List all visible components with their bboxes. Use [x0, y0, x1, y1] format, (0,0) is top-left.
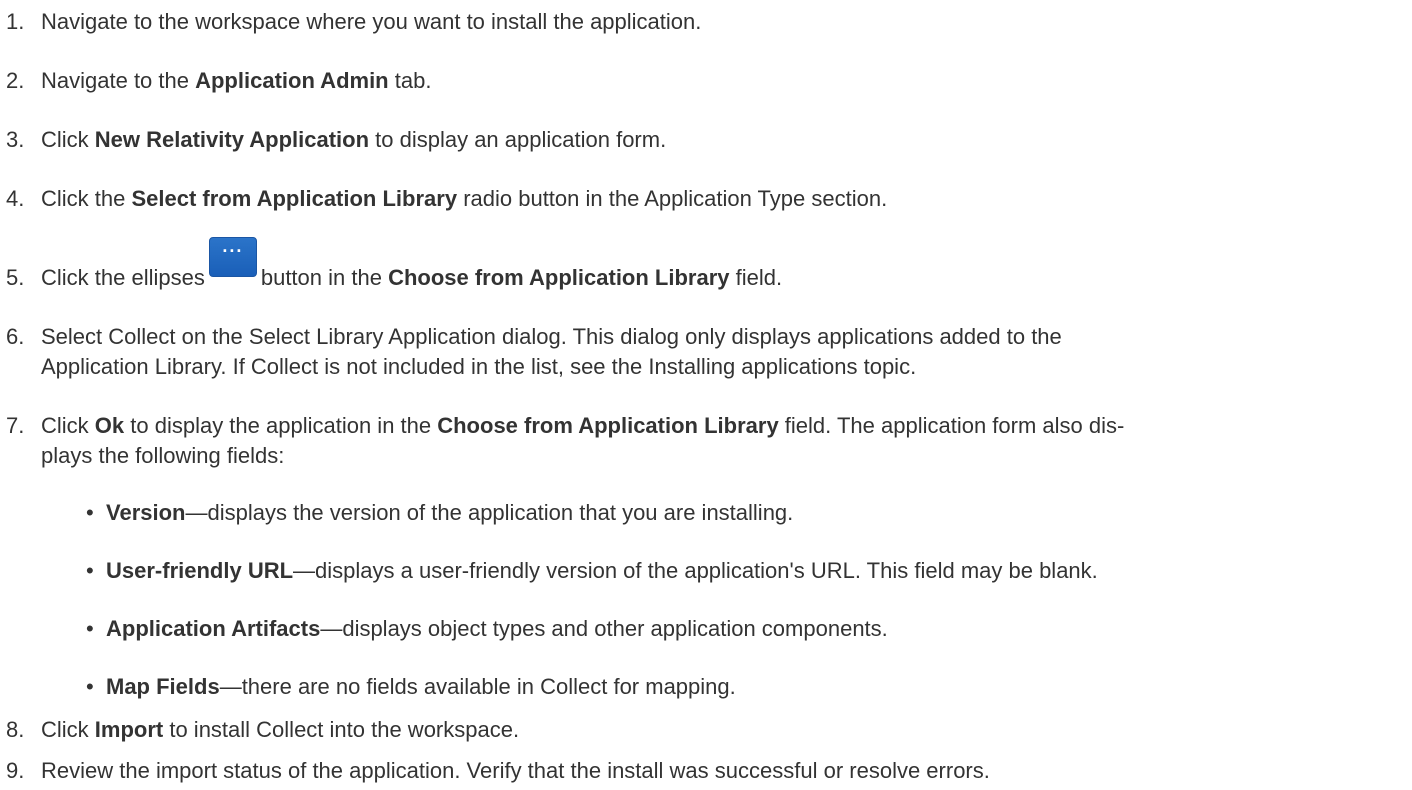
step-text: Click the ellipses···button in the Choos…	[41, 237, 1400, 293]
list-item-version: • Version—displays the version of the ap…	[86, 498, 1412, 528]
step-text: Navigate to the workspace where you want…	[41, 9, 702, 34]
list-item-map-fields: • Map Fields—there are no fields availab…	[86, 672, 1412, 702]
ui-term: Import	[94, 717, 164, 742]
ui-term: Select from Application Library	[131, 186, 458, 211]
step-number: 6.	[6, 324, 25, 349]
step-text: Select Collect on the Select Library App…	[41, 324, 1062, 379]
step-text: Review the import status of the applicat…	[41, 758, 990, 783]
bullet-icon: •	[86, 500, 94, 525]
bullet-icon: •	[86, 616, 94, 641]
step-number: 3.	[6, 127, 25, 152]
ui-term: Choose from Application Library	[388, 265, 730, 290]
ui-term: Ok	[94, 413, 125, 438]
field-name: Version	[106, 500, 186, 525]
step-number: 1.	[6, 9, 25, 34]
ui-term: Choose from Application Library	[437, 413, 779, 438]
field-description: —displays the version of the application…	[185, 500, 794, 525]
step-text: Click Ok to display the application in t…	[41, 413, 1125, 468]
field-description: —displays a user-friendly version of the…	[293, 558, 1098, 583]
step-text: Click the Select from Application Librar…	[41, 186, 888, 211]
step-text: Click New Relativity Application to disp…	[41, 127, 667, 152]
bullet-icon: •	[86, 674, 94, 699]
field-name: Application Artifacts	[106, 616, 321, 641]
list-item-application-artifacts: • Application Artifacts—displays object …	[86, 614, 1412, 644]
field-description: —there are no fields available in Collec…	[219, 674, 736, 699]
step-number: 7.	[6, 413, 25, 438]
field-name: User-friendly URL	[106, 558, 294, 583]
bullet-icon: •	[86, 558, 94, 583]
ui-term: Application Admin	[195, 68, 389, 93]
field-description: —displays object types and other applica…	[320, 616, 888, 641]
step-number: 8.	[6, 717, 25, 742]
ui-term: New Relativity Application	[94, 127, 370, 152]
step-number: 5.	[6, 265, 25, 290]
list-item-user-friendly-url: • User-friendly URL—displays a user-frie…	[86, 556, 1412, 586]
step-number: 4.	[6, 186, 25, 211]
ellipsis-button-image: ···	[208, 237, 257, 277]
field-name: Map Fields	[106, 674, 220, 699]
step-number: 9.	[6, 758, 25, 783]
step-text: Navigate to the Application Admin tab.	[41, 68, 432, 93]
step-text: Click Import to install Collect into the…	[41, 717, 520, 742]
step-number: 2.	[6, 68, 25, 93]
